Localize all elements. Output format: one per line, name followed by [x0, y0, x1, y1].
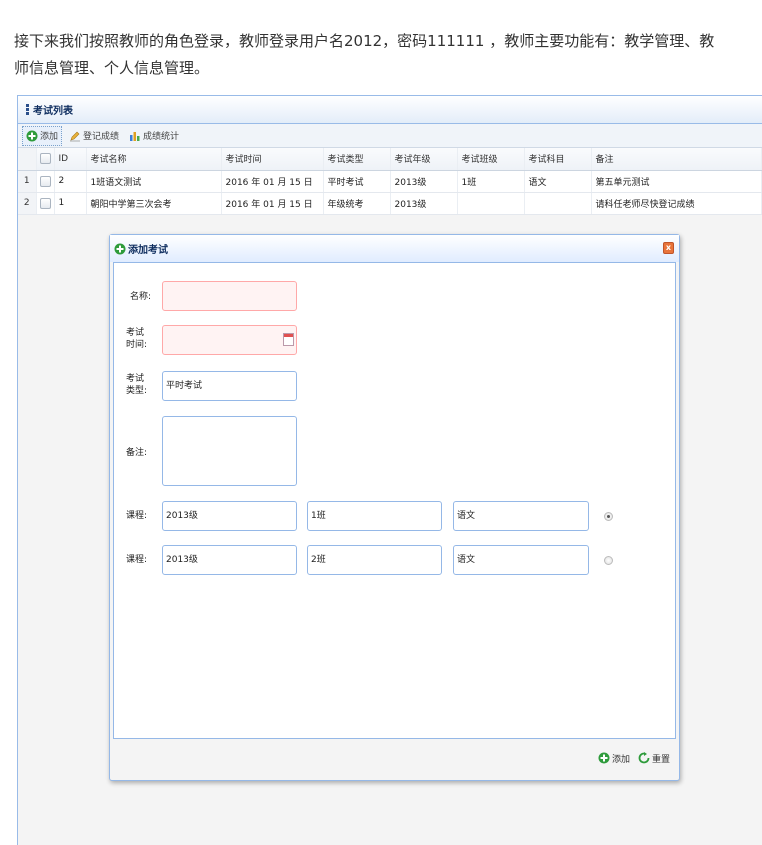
cell-class: 1班	[457, 170, 525, 193]
register-score-label: 登记成绩	[83, 132, 120, 142]
cell-id: 1	[54, 192, 87, 215]
cell-type: 年级统考	[323, 192, 391, 215]
dialog-header[interactable]: 添加考试 x	[110, 235, 679, 262]
column-header[interactable]: 考试时间	[221, 148, 324, 171]
cell-note: 请科任老师尽快登记成绩	[591, 192, 762, 215]
dialog-title: 添加考试	[128, 245, 168, 256]
select-all-checkbox[interactable]	[39, 153, 51, 165]
add-button[interactable]: 添加	[22, 125, 63, 146]
add-icon	[598, 752, 610, 764]
chart-icon	[130, 131, 140, 141]
note-label: 备注:	[126, 448, 148, 458]
column-header[interactable]: 考试年级	[390, 148, 458, 171]
course-label: 课程:	[126, 511, 148, 521]
time-label-line2: 时间:	[126, 340, 148, 350]
panel-header: 考试列表	[18, 96, 762, 124]
cell-subject	[524, 192, 592, 215]
cell-subject: 语文	[524, 170, 592, 193]
column-header[interactable]: 考试班级	[457, 148, 525, 171]
row-number: 1	[18, 170, 37, 193]
dialog-add-button[interactable]: 添加	[598, 752, 630, 765]
reload-icon	[638, 752, 650, 764]
type-label-line2: 类型:	[126, 386, 148, 396]
course-subject-field[interactable]: 语文	[453, 501, 589, 531]
cell-id: 2	[54, 170, 87, 193]
cell-time: 2016 年 01 月 15 日	[221, 170, 324, 193]
time-label: 考试 时间:	[126, 327, 147, 351]
column-header[interactable]: 考试类型	[323, 148, 391, 171]
row-number: 2	[18, 192, 37, 215]
rownum-header	[18, 148, 37, 171]
type-label: 考试 类型:	[126, 373, 147, 397]
score-stats-label: 成绩统计	[143, 132, 180, 142]
cell-name: 朝阳中学第三次会考	[86, 192, 222, 215]
column-header[interactable]: 备注	[591, 148, 762, 171]
add-button-label: 添加	[40, 132, 59, 142]
course-grade-field[interactable]: 2013级	[162, 501, 297, 531]
column-header[interactable]: 考试科目	[524, 148, 592, 171]
course-subject-field[interactable]: 语文	[453, 545, 589, 575]
row-checkbox-cell[interactable]	[36, 192, 55, 215]
row-checkbox[interactable]	[39, 175, 51, 187]
course-label: 课程:	[126, 555, 148, 565]
exam-type-input[interactable]: 平时考试	[162, 371, 297, 401]
cell-grade: 2013级	[390, 170, 458, 193]
intro-text: 接下来我们按照教师的角色登录，教师登录用户名2012，密码111111 ，教师主…	[14, 28, 754, 82]
panel-title: 考试列表	[33, 106, 73, 117]
dialog-add-label: 添加	[611, 754, 630, 765]
type-label-line1: 考试	[126, 374, 145, 384]
name-label: 名称:	[130, 292, 152, 302]
exam-name-input[interactable]	[162, 281, 297, 311]
course-radio-selected[interactable]	[604, 512, 613, 521]
toolbar: 添加 登记成绩 成绩统计	[18, 124, 762, 148]
course-class-field[interactable]: 1班	[307, 501, 442, 531]
score-stats-button[interactable]: 成绩统计	[126, 126, 182, 146]
dialog-reset-label: 重置	[651, 754, 670, 765]
column-header[interactable]: ID	[54, 148, 87, 171]
note-textarea[interactable]	[162, 416, 297, 486]
time-label-line1: 考试	[126, 328, 145, 338]
add-exam-dialog: 添加考试 x 名称: 考试 时间: 考试 类型: 平时考试 备注: 课程: 20…	[109, 234, 680, 781]
add-icon	[26, 130, 38, 141]
course-grade-field[interactable]: 2013级	[162, 545, 297, 575]
dialog-footer: 添加 重置	[113, 739, 676, 777]
intro-line-1: 接下来我们按照教师的角色登录，教师登录用户名2012，密码111111 ，教师主…	[14, 32, 715, 50]
course-radio[interactable]	[604, 556, 613, 565]
exam-time-input[interactable]	[162, 325, 297, 355]
dialog-reset-button[interactable]: 重置	[638, 752, 670, 765]
cell-time: 2016 年 01 月 15 日	[221, 192, 324, 215]
row-checkbox-cell[interactable]	[36, 170, 55, 193]
cell-class	[457, 192, 525, 215]
cell-grade: 2013级	[390, 192, 458, 215]
cell-note: 第五单元测试	[591, 170, 762, 193]
table-header-row: ID 考试名称 考试时间 考试类型 考试年级 考试班级 考试科目 备注	[18, 148, 762, 171]
column-header[interactable]: 考试名称	[86, 148, 222, 171]
row-checkbox[interactable]	[39, 197, 51, 209]
intro-line-2: 师信息管理、个人信息管理。	[14, 59, 210, 77]
close-icon[interactable]: x	[663, 242, 674, 254]
select-all-checkbox-cell[interactable]	[36, 148, 55, 171]
calendar-icon[interactable]	[283, 333, 294, 346]
table-row[interactable]: 2 1 朝阳中学第三次会考 2016 年 01 月 15 日 年级统考 2013…	[18, 192, 762, 215]
add-icon	[114, 243, 126, 254]
dots-icon	[26, 103, 29, 116]
table-row[interactable]: 1 2 1班语文测试 2016 年 01 月 15 日 平时考试 2013级 1…	[18, 170, 762, 193]
course-class-field[interactable]: 2班	[307, 545, 442, 575]
dialog-body: 名称: 考试 时间: 考试 类型: 平时考试 备注: 课程: 2013级 1班 …	[113, 262, 676, 739]
exam-table: ID 考试名称 考试时间 考试类型 考试年级 考试班级 考试科目 备注 1 2 …	[18, 148, 762, 215]
cell-type: 平时考试	[323, 170, 391, 193]
cell-name: 1班语文测试	[86, 170, 222, 193]
edit-icon	[70, 131, 81, 141]
register-score-button[interactable]: 登记成绩	[66, 126, 122, 146]
